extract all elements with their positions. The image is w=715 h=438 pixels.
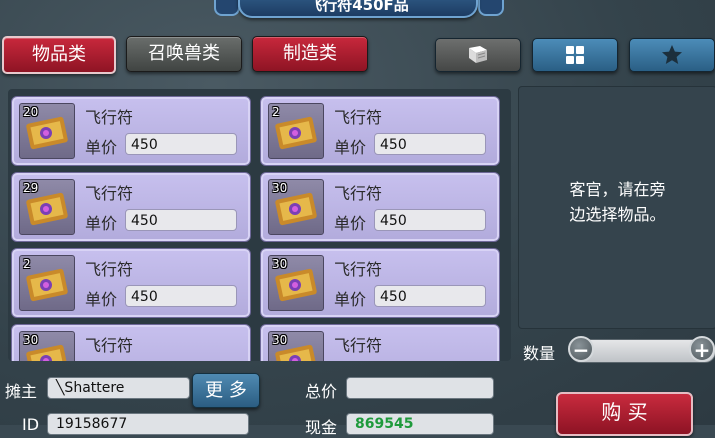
item-card[interactable]: 2 飞行符 单价 450 (11, 248, 251, 318)
cash-label: 现金 (305, 418, 338, 437)
item-quantity: 29 (23, 181, 39, 195)
unit-price-value: 450 (125, 209, 237, 231)
unit-price-value: 450 (125, 133, 237, 155)
item-card[interactable]: 30 飞行符 单价 450 (260, 324, 500, 361)
tab-pets[interactable]: 召唤兽类 (126, 36, 242, 72)
item-card[interactable]: 30 飞行符 单价 450 (11, 324, 251, 361)
book-icon (469, 46, 487, 63)
item-name: 飞行符 (334, 184, 383, 203)
more-button[interactable]: 更 多 (192, 373, 260, 408)
minus-button[interactable]: − (568, 336, 594, 362)
item-name: 飞行符 (334, 336, 383, 355)
favorites-button[interactable] (629, 38, 715, 72)
plus-button[interactable]: + (689, 336, 715, 362)
item-quantity: 2 (23, 257, 31, 271)
item-quantity: 30 (272, 181, 288, 195)
select-item-hint: 客官，请在旁 边选择物品。 (519, 177, 715, 227)
flight-talisman-icon: 30 (268, 179, 324, 235)
unit-price-value: 450 (374, 285, 486, 307)
flight-talisman-icon: 29 (19, 179, 75, 235)
quantity-label: 数量 (523, 344, 556, 363)
tab-crafting[interactable]: 制造类 (252, 36, 368, 72)
unit-price-label: 单价 (334, 214, 367, 233)
flight-talisman-icon: 2 (268, 103, 324, 159)
flight-talisman-icon: 30 (19, 331, 75, 361)
buy-button[interactable]: 购 买 (556, 392, 693, 436)
item-name: 飞行符 (85, 108, 134, 127)
item-quantity: 30 (272, 333, 288, 347)
unit-price-label: 单价 (85, 138, 118, 157)
item-name: 飞行符 (85, 260, 134, 279)
item-quantity: 20 (23, 105, 39, 119)
unit-price-value: 450 (374, 209, 486, 231)
item-card[interactable]: 30 飞行符 单价 450 (260, 172, 500, 242)
item-quantity: 30 (23, 333, 39, 347)
item-card[interactable]: 20 飞行符 单价 450 (11, 96, 251, 166)
flight-talisman-icon: 2 (19, 255, 75, 311)
item-grid: 20 飞行符 单价 450 2 飞行符 单价 450 29 飞行符 单价 450… (8, 89, 511, 361)
star-icon (662, 45, 682, 64)
unit-price-value: 450 (374, 133, 486, 155)
total-price-label: 总价 (305, 382, 338, 401)
book-view-button[interactable] (435, 38, 521, 72)
unit-price-label: 单价 (85, 214, 118, 233)
item-detail-panel: 客官，请在旁 边选择物品。 (518, 86, 715, 329)
cash-field: 869545 (346, 413, 494, 435)
seller-name-field: ╲Shattere (47, 377, 190, 399)
hint-line-1: 客官，请在旁 (569, 180, 666, 199)
flight-talisman-icon: 30 (268, 255, 324, 311)
title-ornament-right (478, 0, 504, 16)
item-quantity: 30 (272, 257, 288, 271)
seller-label: 摊主 (5, 382, 38, 401)
unit-price-label: 单价 (334, 138, 367, 157)
item-card[interactable]: 30 飞行符 单价 450 (260, 248, 500, 318)
item-card[interactable]: 29 飞行符 单价 450 (11, 172, 251, 242)
title-ornament-left (214, 0, 240, 16)
window-title: 飞行符450F品 (238, 0, 478, 18)
item-name: 飞行符 (334, 108, 383, 127)
grid-icon (566, 46, 584, 64)
unit-price-label: 单价 (85, 290, 118, 309)
hint-line-2: 边选择物品。 (569, 205, 666, 224)
item-name: 飞行符 (85, 184, 134, 203)
unit-price-label: 单价 (334, 290, 367, 309)
seller-id-field: 19158677 (47, 413, 249, 435)
flight-talisman-icon: 30 (268, 331, 324, 361)
item-name: 飞行符 (85, 336, 134, 355)
item-name: 飞行符 (334, 260, 383, 279)
flight-talisman-icon: 20 (19, 103, 75, 159)
total-price-field (346, 377, 494, 399)
item-card[interactable]: 2 飞行符 单价 450 (260, 96, 500, 166)
grid-view-button[interactable] (532, 38, 618, 72)
item-quantity: 2 (272, 105, 280, 119)
unit-price-value: 450 (125, 285, 237, 307)
tab-items[interactable]: 物品类 (2, 36, 116, 74)
